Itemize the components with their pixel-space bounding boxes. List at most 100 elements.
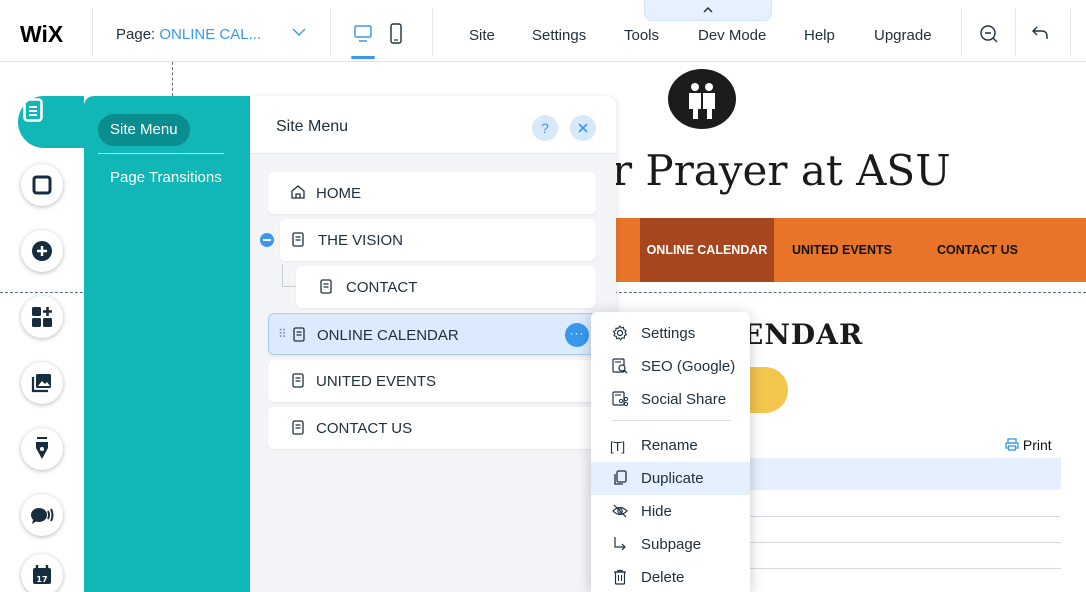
page-value: ONLINE CAL...: [159, 26, 262, 43]
divider: [92, 8, 93, 56]
page-item-contact-us[interactable]: CONTACT US: [268, 407, 596, 449]
collapse-icon[interactable]: [260, 233, 274, 247]
menu-item-label: Delete: [641, 569, 685, 586]
menu-settings[interactable]: Settings: [532, 27, 586, 44]
chat-button[interactable]: [21, 494, 63, 536]
tab-site-menu[interactable]: Site Menu: [98, 114, 190, 146]
menu-item-subpage[interactable]: Subpage: [591, 528, 750, 561]
wix-logo: WiX: [20, 21, 64, 47]
media-button[interactable]: [21, 362, 63, 404]
print-label: Print: [1022, 437, 1052, 453]
menu-item-duplicate[interactable]: Duplicate: [591, 462, 750, 495]
nav-online-calendar[interactable]: ONLINE CALENDAR: [640, 218, 774, 282]
menu-item-seo[interactable]: SEO (Google): [591, 350, 750, 383]
duplicate-icon: [612, 470, 628, 490]
page-icon: [292, 373, 304, 392]
page-label: Page:: [116, 26, 156, 43]
menu-site[interactable]: Site: [469, 27, 495, 44]
events-button[interactable]: 17: [21, 554, 63, 592]
site-navbar: ONLINE CALENDAR UNITED EVENTS CONTACT US: [600, 218, 1086, 282]
add-button[interactable]: [21, 230, 63, 272]
help-button[interactable]: ?: [532, 115, 558, 141]
site-logo[interactable]: [668, 69, 736, 129]
gear-icon: [612, 325, 628, 345]
chevron-up-icon: [703, 1, 713, 18]
menu-item-label: Settings: [641, 325, 696, 342]
undo-icon[interactable]: [1031, 24, 1049, 47]
desktop-icon[interactable]: [353, 24, 373, 49]
page-selector[interactable]: Page: ONLINE CAL...: [116, 26, 316, 43]
calendar-row-divider: [720, 516, 1061, 517]
rename-icon: [T]: [610, 439, 626, 454]
site-menu-panel: Site Menu ? HOME THE VISION CONTACT ⠿ ON…: [250, 96, 616, 592]
drag-handle-icon[interactable]: ⠿: [278, 327, 287, 341]
pages-button[interactable]: [18, 96, 84, 148]
divider: [330, 8, 331, 56]
tree-connector: [282, 286, 296, 287]
menu-item-social-share[interactable]: Social Share: [591, 383, 750, 416]
divider: [1070, 8, 1071, 56]
page-item-the-vision[interactable]: THE VISION: [280, 219, 596, 261]
print-link[interactable]: Print: [1005, 437, 1052, 453]
calendar-heading[interactable]: ENDAR: [742, 318, 863, 351]
menu-item-label: Hide: [641, 503, 672, 520]
menu-item-label: Duplicate: [641, 470, 704, 487]
guide-line: [172, 62, 173, 96]
menu-help[interactable]: Help: [804, 27, 835, 44]
close-icon: [570, 123, 596, 145]
page-item-home[interactable]: HOME: [268, 172, 596, 214]
page-item-united-events[interactable]: UNITED EVENTS: [268, 360, 596, 402]
menu-item-label: SEO (Google): [641, 358, 736, 375]
divider: [1015, 8, 1016, 56]
menu-item-delete[interactable]: Delete: [591, 561, 750, 592]
svg-text:17: 17: [36, 575, 47, 584]
calendar-header-row: [720, 458, 1061, 490]
subpage-icon: [612, 536, 628, 556]
divider: [432, 8, 433, 56]
page-icon: [292, 420, 304, 439]
menu-tools[interactable]: Tools: [624, 27, 659, 44]
menu-dev-mode[interactable]: Dev Mode: [698, 27, 766, 44]
menu-item-label: Social Share: [641, 391, 727, 408]
page-icon: [320, 279, 332, 298]
divider: [611, 420, 731, 421]
chevron-down-icon: [292, 24, 306, 41]
pages-panel-nav: Site Menu Page Transitions: [84, 96, 250, 592]
nav-contact-us[interactable]: CONTACT US: [937, 218, 1018, 282]
page-label: HOME: [316, 185, 361, 202]
tab-page-transitions[interactable]: Page Transitions: [98, 162, 234, 194]
zoom-out-icon[interactable]: [979, 24, 999, 49]
menu-item-rename[interactable]: [T] Rename: [591, 429, 750, 462]
page-label: CONTACT US: [316, 420, 413, 437]
page-label: THE VISION: [318, 232, 404, 249]
share-icon: [612, 391, 629, 411]
page-icon: [292, 232, 304, 251]
calendar-row-divider: [720, 542, 1061, 543]
add-apps-button[interactable]: [21, 296, 63, 338]
help-icon: ?: [541, 120, 549, 136]
editor-topbar: WiX Page: ONLINE CAL... Site Settings To…: [0, 0, 1086, 62]
collapse-topbar-tab[interactable]: [644, 0, 772, 21]
calendar-row-divider: [720, 568, 1061, 569]
background-button[interactable]: [21, 164, 63, 206]
page-icon: [293, 327, 305, 346]
mobile-icon[interactable]: [389, 23, 403, 50]
panel-title: Site Menu: [276, 118, 349, 135]
more-actions-button[interactable]: ···: [565, 323, 589, 347]
site-title[interactable]: r Prayer at ASU: [612, 146, 951, 195]
home-icon: [290, 184, 306, 204]
page-item-contact[interactable]: CONTACT: [296, 266, 596, 308]
page-item-online-calendar[interactable]: ⠿ ONLINE CALENDAR ···: [268, 313, 596, 355]
page-label: CONTACT: [346, 279, 418, 296]
nav-united-events[interactable]: UNITED EVENTS: [792, 218, 892, 282]
menu-item-hide[interactable]: Hide: [591, 495, 750, 528]
page-context-menu: Settings SEO (Google) Social Share [T] R…: [591, 312, 750, 592]
menu-item-label: Subpage: [641, 536, 702, 553]
panel-header: Site Menu ?: [250, 96, 616, 154]
menu-item-settings[interactable]: Settings: [591, 317, 750, 350]
close-button[interactable]: [570, 115, 596, 141]
divider: [961, 8, 962, 56]
active-device-indicator: [351, 56, 375, 59]
menu-upgrade[interactable]: Upgrade: [874, 27, 932, 44]
blog-button[interactable]: [21, 428, 63, 470]
